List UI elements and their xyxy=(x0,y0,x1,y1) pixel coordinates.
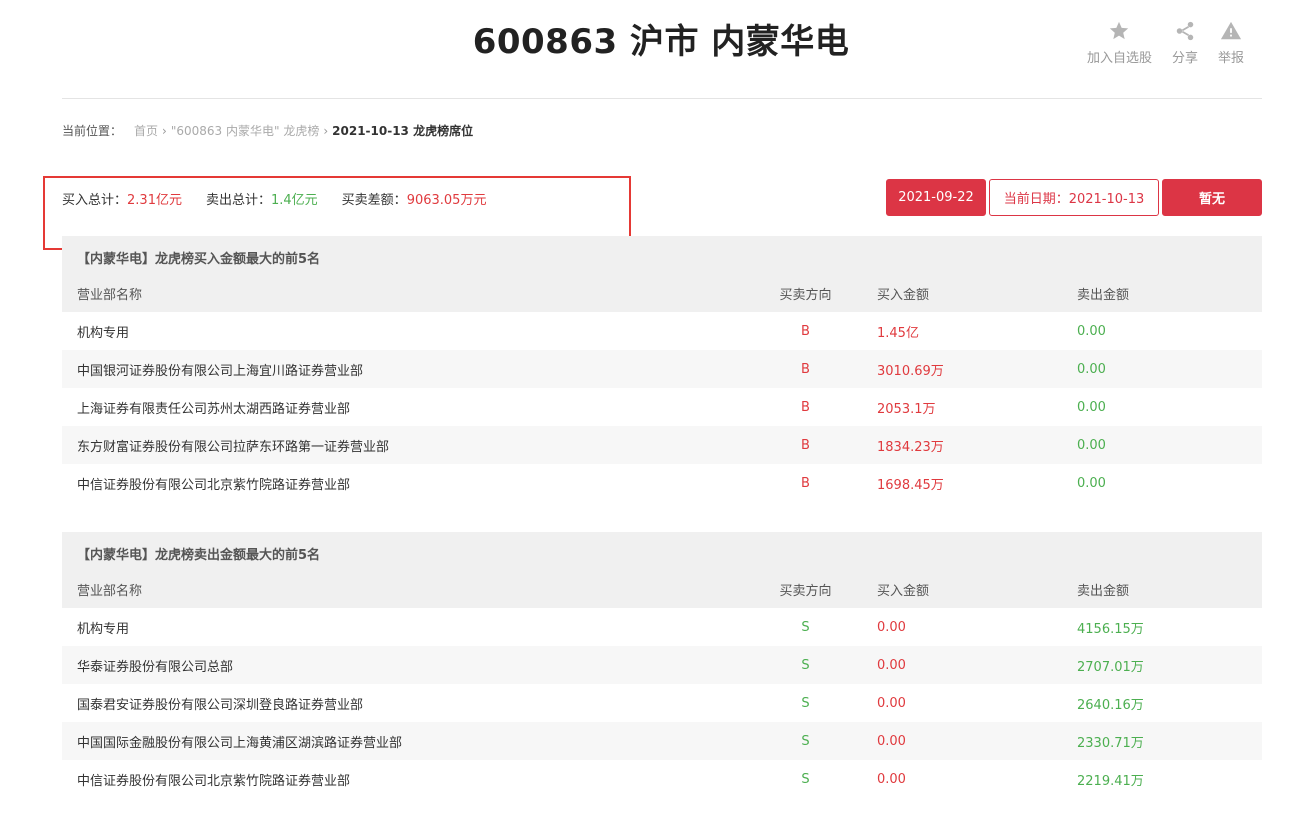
add-watchlist-label: 加入自选股 xyxy=(1086,51,1152,66)
share-icon xyxy=(1176,21,1194,41)
buy-amount: 0.00 xyxy=(877,695,906,711)
sell-amount: 2219.41万 xyxy=(1077,773,1144,789)
buy-amount: 0.00 xyxy=(877,771,906,787)
buy-top5-table: 【内蒙华电】龙虎榜买入金额最大的前5名 营业部名称 买卖方向 买入金额 卖出金额… xyxy=(62,236,1262,502)
header-buy-amount: 买入金额 xyxy=(877,287,930,303)
breadcrumb: 当前位置： 首页 › "600863 内蒙华电" 龙虎榜 › 2021-10-1… xyxy=(62,122,473,139)
breadcrumb-separator: › xyxy=(323,123,329,138)
next-date-button[interactable]: 暂无 xyxy=(1162,179,1262,216)
table-title: 【内蒙华电】龙虎榜买入金额最大的前5名 xyxy=(62,236,1262,274)
warning-icon xyxy=(1220,21,1242,40)
sell-amount: 0.00 xyxy=(1077,399,1106,415)
buy-total: 买入总计：2.31亿元 xyxy=(62,189,182,208)
star-icon xyxy=(1110,21,1129,40)
share-button[interactable]: 分享 xyxy=(1172,20,1198,66)
header-branch: 营业部名称 xyxy=(77,287,143,303)
direction: S xyxy=(801,695,810,711)
branch-name: 国泰君安证券股份有限公司深圳登良路证券营业部 xyxy=(77,697,364,713)
sell-total-label: 卖出总计： xyxy=(205,193,271,208)
header-sell-amount: 卖出金额 xyxy=(1077,287,1130,303)
branch-name: 上海证券有限责任公司苏州太湖西路证券营业部 xyxy=(77,401,351,417)
table-row[interactable]: 机构专用 B 1.45亿 0.00 xyxy=(62,312,1262,350)
sell-amount: 0.00 xyxy=(1077,361,1106,377)
table-header-row: 营业部名称 买卖方向 买入金额 卖出金额 xyxy=(62,570,1262,608)
net-diff: 买卖差额：9063.05万元 xyxy=(342,189,487,208)
net-diff-value: 9063.05万元 xyxy=(406,193,487,208)
add-watchlist-button[interactable]: 加入自选股 xyxy=(1087,20,1152,66)
buy-total-value: 2.31亿元 xyxy=(127,193,182,208)
sell-top5-table: 【内蒙华电】龙虎榜卖出金额最大的前5名 营业部名称 买卖方向 买入金额 卖出金额… xyxy=(62,532,1262,798)
branch-name: 机构专用 xyxy=(77,325,130,341)
branch-name: 中信证券股份有限公司北京紫竹院路证券营业部 xyxy=(77,773,351,789)
direction: B xyxy=(801,437,810,453)
share-label: 分享 xyxy=(1171,51,1198,66)
table-row[interactable]: 机构专用 S 0.00 4156.15万 xyxy=(62,608,1262,646)
branch-name: 机构专用 xyxy=(77,621,130,637)
sell-total: 卖出总计：1.4亿元 xyxy=(206,189,318,208)
header-actions: 加入自选股 分享 举报 xyxy=(1087,20,1244,66)
table-row[interactable]: 东方财富证券股份有限公司拉萨东环路第一证券营业部 B 1834.23万 0.00 xyxy=(62,426,1262,464)
header-sell-amount: 卖出金额 xyxy=(1077,583,1130,599)
buy-amount: 0.00 xyxy=(877,733,906,749)
branch-name: 东方财富证券股份有限公司拉萨东环路第一证券营业部 xyxy=(77,439,390,455)
header-direction: 买卖方向 xyxy=(779,583,832,599)
table-header-row: 营业部名称 买卖方向 买入金额 卖出金额 xyxy=(62,274,1262,312)
buy-amount: 0.00 xyxy=(877,619,906,635)
branch-name: 中信证券股份有限公司北京紫竹院路证券营业部 xyxy=(77,477,351,493)
buy-amount: 1834.23万 xyxy=(877,439,944,455)
current-date-button[interactable]: 当前日期：2021-10-13 xyxy=(989,179,1159,216)
direction: B xyxy=(801,323,810,339)
buy-amount: 2053.1万 xyxy=(877,401,936,417)
table-title: 【内蒙华电】龙虎榜卖出金额最大的前5名 xyxy=(62,532,1262,570)
header-divider xyxy=(62,98,1262,99)
direction: B xyxy=(801,399,810,415)
table-row[interactable]: 中国银河证券股份有限公司上海宜川路证券营业部 B 3010.69万 0.00 xyxy=(62,350,1262,388)
buy-amount: 1.45亿 xyxy=(877,325,919,341)
buy-total-label: 买入总计： xyxy=(62,193,128,208)
sell-amount: 4156.15万 xyxy=(1077,621,1144,637)
sell-amount: 2330.71万 xyxy=(1077,735,1144,751)
table-row[interactable]: 国泰君安证券股份有限公司深圳登良路证券营业部 S 0.00 2640.16万 xyxy=(62,684,1262,722)
direction: S xyxy=(801,733,810,749)
direction: S xyxy=(801,619,810,635)
branch-name: 华泰证券股份有限公司总部 xyxy=(77,659,234,675)
sell-amount: 2707.01万 xyxy=(1077,659,1144,675)
sell-amount: 2640.16万 xyxy=(1077,697,1144,713)
direction: B xyxy=(801,475,810,491)
report-label: 举报 xyxy=(1217,51,1244,66)
sell-amount: 0.00 xyxy=(1077,475,1106,491)
buy-amount: 0.00 xyxy=(877,657,906,673)
date-controls: 2021-09-22 当前日期：2021-10-13 暂无 xyxy=(886,179,1262,216)
breadcrumb-current: 2021-10-13 龙虎榜席位 xyxy=(332,124,474,138)
trade-summary: 买入总计：2.31亿元 卖出总计：1.4亿元 买卖差额：9063.05万元 xyxy=(62,189,486,208)
table-row[interactable]: 上海证券有限责任公司苏州太湖西路证券营业部 B 2053.1万 0.00 xyxy=(62,388,1262,426)
breadcrumb-home-link[interactable]: 首页 xyxy=(134,122,158,139)
net-diff-label: 买卖差额： xyxy=(341,193,407,208)
header-buy-amount: 买入金额 xyxy=(877,583,930,599)
header-branch: 营业部名称 xyxy=(77,583,143,599)
header-direction: 买卖方向 xyxy=(779,287,832,303)
buy-amount: 3010.69万 xyxy=(877,363,944,379)
report-button[interactable]: 举报 xyxy=(1218,20,1244,66)
direction: B xyxy=(801,361,810,377)
branch-name: 中国银河证券股份有限公司上海宜川路证券营业部 xyxy=(77,363,364,379)
breadcrumb-stock-link[interactable]: "600863 内蒙华电" 龙虎榜 xyxy=(171,122,319,139)
buy-amount: 1698.45万 xyxy=(877,477,944,493)
sell-amount: 0.00 xyxy=(1077,437,1106,453)
direction: S xyxy=(801,657,810,673)
sell-total-value: 1.4亿元 xyxy=(270,193,318,208)
branch-name: 中国国际金融股份有限公司上海黄浦区湖滨路证券营业部 xyxy=(77,735,403,751)
table-row[interactable]: 中信证券股份有限公司北京紫竹院路证券营业部 B 1698.45万 0.00 xyxy=(62,464,1262,502)
table-row[interactable]: 华泰证券股份有限公司总部 S 0.00 2707.01万 xyxy=(62,646,1262,684)
table-row[interactable]: 中国国际金融股份有限公司上海黄浦区湖滨路证券营业部 S 0.00 2330.71… xyxy=(62,722,1262,760)
breadcrumb-label: 当前位置： xyxy=(62,124,123,138)
table-row[interactable]: 中信证券股份有限公司北京紫竹院路证券营业部 S 0.00 2219.41万 xyxy=(62,760,1262,798)
prev-date-button[interactable]: 2021-09-22 xyxy=(886,179,986,216)
direction: S xyxy=(801,771,810,787)
sell-amount: 0.00 xyxy=(1077,323,1106,339)
breadcrumb-separator: › xyxy=(162,123,167,138)
